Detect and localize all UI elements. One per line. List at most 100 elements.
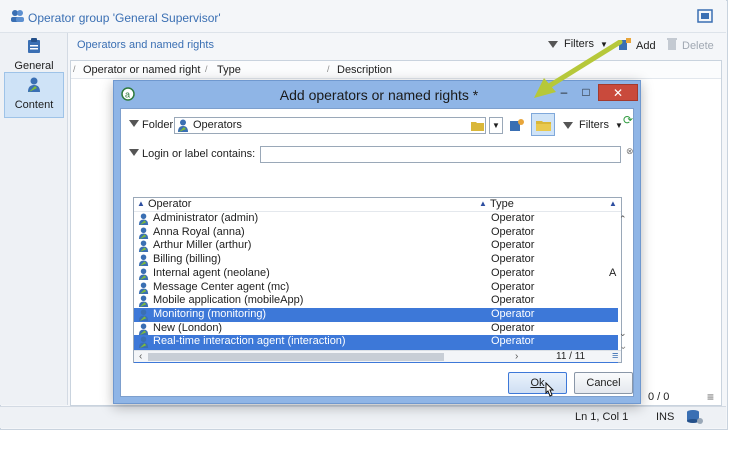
operator-name: Administrator (admin) <box>153 212 259 224</box>
folder-icon[interactable] <box>471 120 484 134</box>
sidebar: General Content <box>0 33 68 405</box>
operator-type: Operator <box>491 294 535 307</box>
list-header: ▲ Operator ▲ Type ▲ <box>134 198 621 212</box>
operator-name: Arthur Miller (arthur) <box>153 239 252 252</box>
refresh-icon[interactable]: ⟳ <box>623 113 633 127</box>
operator-name: Mobile application (mobileApp) <box>153 294 304 307</box>
sidebar-item-label: Content <box>14 99 54 111</box>
folder-value: Operators <box>193 119 242 131</box>
operator-type: Operator <box>491 253 535 266</box>
list-footer: ‹ › 11 / 11 ≡ <box>134 350 621 362</box>
app-logo-icon: a <box>121 87 135 104</box>
add-label: Add <box>636 39 656 52</box>
list-item[interactable]: Monitoring (monitoring) Operator <box>134 307 618 322</box>
database-icon <box>686 409 704 428</box>
operator-group-icon <box>10 9 25 26</box>
folder-label: Folder: <box>142 119 177 131</box>
sort-icon: ▲ <box>609 199 617 208</box>
list-count: 0 / 0 <box>648 391 670 403</box>
search-input[interactable] <box>260 146 621 163</box>
dialog-filters-label: Filters <box>579 119 609 131</box>
dialog-title: Add operators or named rights * <box>279 87 479 103</box>
delete-button[interactable]: Delete <box>666 37 714 54</box>
scroll-right-arrow[interactable]: › <box>515 351 518 362</box>
folder-browse-button[interactable] <box>531 113 555 136</box>
input-mode: INS <box>656 411 675 423</box>
list-menu-icon[interactable]: ≡ <box>612 350 618 362</box>
operator-type: Operator <box>491 321 535 334</box>
operator-type: Operator <box>491 266 535 279</box>
folder-dropdown-button[interactable]: ▼ <box>489 117 503 134</box>
list-item[interactable]: Real-time interaction agent (interaction… <box>134 335 618 350</box>
annotation-arrow-icon <box>534 40 623 98</box>
sort-icon: / <box>73 64 76 74</box>
search-label: Login or label contains: <box>142 148 256 160</box>
sidebar-item-label: General <box>14 60 54 72</box>
content-toolbar: Operators and named rights Filters ▼ Add… <box>70 33 724 59</box>
operator-name: Real-time interaction agent (interaction… <box>153 335 346 348</box>
operator-extra: A <box>609 266 617 279</box>
operator-type: Operator <box>491 307 535 320</box>
list-item[interactable]: Message Center agent (mc) Operator <box>134 281 618 295</box>
dialog-filters-button[interactable]: Filters ▼ <box>563 119 623 131</box>
add-operators-dialog: a Add operators or named rights * – □ ✕ … <box>113 80 641 404</box>
status-bar: Ln 1, Col 1 INS <box>0 406 726 428</box>
scroll-left-arrow[interactable]: ‹ <box>139 351 142 362</box>
mouse-cursor-icon <box>543 381 555 402</box>
column-header-operator[interactable]: Operator <box>148 198 191 210</box>
operator-type: Operator <box>491 239 535 252</box>
window-title: Operator group 'General Supervisor' <box>28 11 221 25</box>
operator-list: ▲ Operator ▲ Type ▲ Administrator (admin… <box>133 197 627 363</box>
svg-text:a: a <box>125 90 130 100</box>
operator-name: Billing (billing) <box>153 253 221 266</box>
scroll-up-arrow[interactable]: ⌃ <box>619 214 627 225</box>
general-icon <box>27 38 41 57</box>
sidebar-item-content[interactable]: Content <box>4 72 64 118</box>
list-count: 11 / 11 <box>556 351 586 362</box>
operator-type: Operator <box>491 280 535 293</box>
operator-type: Operator <box>491 225 535 238</box>
sort-icon: / <box>205 64 208 74</box>
content-icon <box>27 77 41 96</box>
cursor-position: Ln 1, Col 1 <box>575 411 629 423</box>
chevron-down-icon: ▼ <box>614 120 623 130</box>
horizontal-scrollbar-thumb[interactable] <box>148 353 444 361</box>
window-titlebar: Operator group 'General Supervisor' <box>0 0 726 33</box>
sort-icon: / <box>327 64 330 74</box>
sort-icon: ▲ <box>479 199 487 208</box>
column-header[interactable]: Type <box>217 64 241 76</box>
list-item[interactable]: Anna Royal (anna) Operator <box>134 226 618 240</box>
dialog-body: Folder: Operators ▼ Filters ▼ ⟳ Login or… <box>120 108 634 397</box>
list-item[interactable]: Arthur Miller (arthur) Operator <box>134 239 618 253</box>
delete-icon <box>666 37 678 54</box>
column-header[interactable]: Operator or named right <box>83 64 200 76</box>
maximize-view-icon[interactable] <box>697 9 713 26</box>
operator-type: Operator <box>491 335 535 348</box>
operator-name: Message Center agent (mc) <box>153 280 290 293</box>
funnel-icon <box>129 120 139 127</box>
list-menu-icon[interactable]: ≡ <box>707 390 714 404</box>
ok-button[interactable]: Ok <box>508 372 567 394</box>
operator-name: Monitoring (monitoring) <box>153 307 267 320</box>
folder-field[interactable]: Operators <box>174 117 486 134</box>
list-item[interactable]: Billing (billing) Operator <box>134 253 618 267</box>
list-item[interactable]: Mobile application (mobileApp) Operator <box>134 294 618 308</box>
operator-name: Internal agent (neolane) <box>153 266 270 279</box>
operator-folder-icon[interactable] <box>509 117 525 136</box>
scroll-down-arrow[interactable]: ⌄ <box>619 328 627 339</box>
cancel-button[interactable]: Cancel <box>574 372 633 394</box>
operator-icon <box>177 119 190 135</box>
operator-type: Operator <box>491 212 535 224</box>
operator-name: New (London) <box>153 321 223 334</box>
cancel-label: Cancel <box>586 377 621 389</box>
sort-icon: ▲ <box>137 199 145 208</box>
column-header-type[interactable]: Type <box>490 198 514 210</box>
list-item[interactable]: New (London) Operator <box>134 322 618 336</box>
column-header[interactable]: Description <box>337 64 392 76</box>
clear-icon[interactable]: ⊗ <box>626 146 634 157</box>
delete-label: Delete <box>682 39 714 52</box>
list-item[interactable]: Administrator (admin) Operator <box>134 212 618 226</box>
list-item[interactable]: Internal agent (neolane) Operator A <box>134 267 618 281</box>
operator-name: Anna Royal (anna) <box>153 225 245 238</box>
funnel-icon <box>129 149 139 156</box>
